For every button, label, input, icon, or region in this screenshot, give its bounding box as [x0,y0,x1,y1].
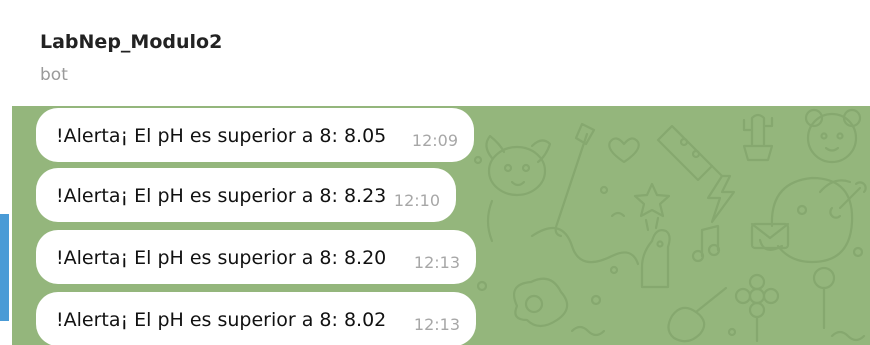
chat-header[interactable]: LabNep_Modulo2 bot [0,0,870,106]
chat-subtitle: bot [40,65,68,85]
bear-doodle-icon [804,108,862,164]
message-time: 12:13 [413,253,460,272]
paint-tube-doodle-icon [656,124,724,182]
message-text: !Alerta¡ El pH es superior a 8: 8.02 [56,309,387,331]
message-list[interactable]: !Alerta¡ El pH es superior a 8: 8.05 12:… [12,106,870,345]
message-bubble[interactable]: !Alerta¡ El pH es superior a 8: 8.02 12:… [36,292,476,345]
message-text: !Alerta¡ El pH es superior a 8: 8.05 [56,125,387,147]
music-note-doodle-icon [691,224,721,263]
message-time: 12:09 [411,131,458,150]
message-bubble[interactable]: !Alerta¡ El pH es superior a 8: 8.20 12:… [36,230,476,284]
lollipop-doodle-icon [812,266,836,330]
dog-doodle-icon [485,134,552,243]
heart-doodle-icon [608,137,640,164]
message-text: !Alerta¡ El pH es superior a 8: 8.23 [56,185,387,207]
message-time: 12:10 [393,191,440,210]
llama-doodle-icon [640,216,671,289]
bone-doodle-icon [829,181,867,219]
flower-doodle-icon [734,273,780,343]
chat-title[interactable]: LabNep_Modulo2 [40,30,222,54]
active-chat-indicator [0,214,9,321]
telegram-chat-window: LabNep_Modulo2 bot !Alerta¡ El pH es sup… [0,0,870,345]
paintbrush-doodle-icon [554,122,596,238]
message-bubble[interactable]: !Alerta¡ El pH es superior a 8: 8.05 12:… [36,108,474,162]
message-text: !Alerta¡ El pH es superior a 8: 8.20 [56,247,387,269]
fried-egg-doodle-icon [513,277,569,328]
message-time: 12:13 [413,315,460,334]
lightning-doodle-icon [706,174,736,224]
cactus-doodle-icon [742,113,774,162]
message-bubble[interactable]: !Alerta¡ El pH es superior a 8: 8.23 12:… [36,168,456,222]
elephant-doodle-icon [758,176,854,264]
snake-doodle-icon [530,226,640,266]
envelope-doodle-icon [750,222,790,250]
star-doodle-icon [633,182,671,218]
guitar-doodle-icon [667,286,728,343]
